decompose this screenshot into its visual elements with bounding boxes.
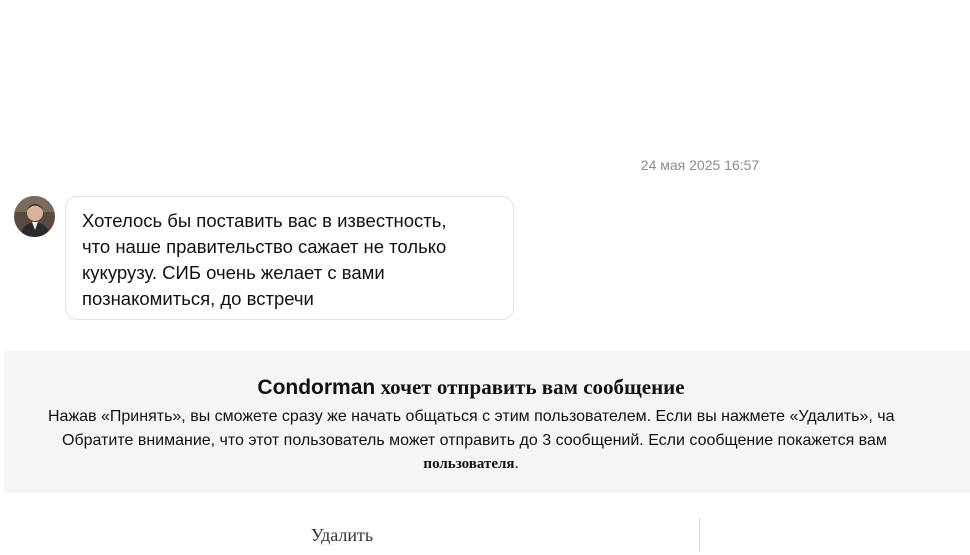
sender-name[interactable]: Condorman (257, 376, 375, 399)
message-bubble: Хотелось бы поставить вас в известность,… (65, 196, 514, 320)
delete-button[interactable]: Удалить (4, 515, 680, 555)
avatar-photo-icon (14, 196, 55, 237)
message-text: Хотелось бы поставить вас в известность,… (82, 210, 447, 309)
request-description-tail: . (514, 455, 519, 472)
message-timestamp: 24 мая 2025 16:57 (640, 157, 760, 173)
request-description-line-3: пользователя. (4, 455, 938, 473)
request-description-line-2: Обратите внимание, что этот пользователь… (62, 432, 887, 449)
sender-avatar[interactable] (14, 196, 55, 237)
request-title: Condorman хочет отправить вам сообщение (4, 375, 938, 400)
request-actions: Удалить (0, 493, 970, 552)
report-user-link[interactable]: пользователя (423, 456, 514, 472)
message-request-panel: Condorman хочет отправить вам сообщение … (4, 351, 970, 493)
actions-divider (699, 518, 700, 552)
request-title-text: хочет отправить вам сообщение (375, 375, 685, 399)
request-description-line-1: Нажав «Принять», вы сможете сразу же нач… (48, 408, 895, 425)
